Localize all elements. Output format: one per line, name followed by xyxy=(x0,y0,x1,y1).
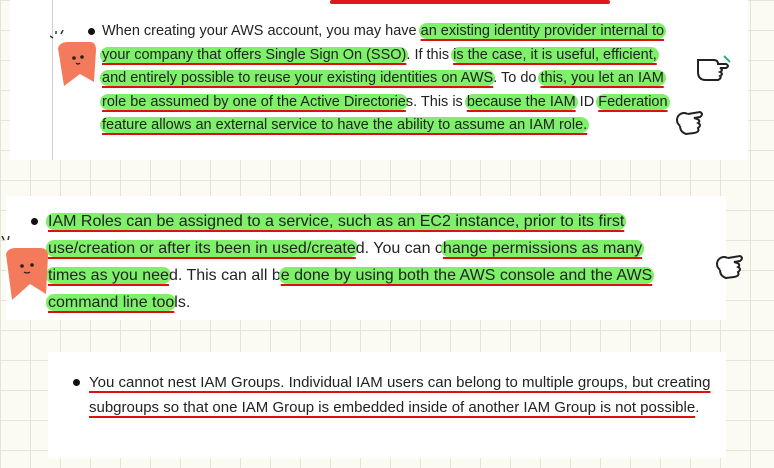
bullet-dot xyxy=(31,218,38,225)
bullet-dot xyxy=(73,379,80,386)
bullet-item-sso: When creating your AWS account, you may … xyxy=(88,20,682,138)
note-card-2: IAM Roles can be assigned to a service, … xyxy=(6,196,726,320)
plain-text: . xyxy=(695,399,700,416)
red-scribble-line xyxy=(330,0,610,4)
ok-hand-icon xyxy=(716,254,743,280)
bullet-item-iam-roles: IAM Roles can be assigned to a service, … xyxy=(31,208,680,316)
plain-text: d. This can all b xyxy=(168,267,281,284)
plain-text: s. This is xyxy=(405,93,467,110)
plain-text: . To do xyxy=(493,70,541,86)
underlined-text: You cannot nest IAM Groups. Individual I… xyxy=(89,374,711,416)
note-text-sso: When creating your AWS account, you may … xyxy=(100,23,670,133)
plain-text: d. You can c xyxy=(355,240,443,257)
plain-text: ls. xyxy=(174,294,191,311)
pointing-hand-icon xyxy=(697,55,731,81)
highlighted-text: because the IAM xyxy=(464,93,578,110)
orange-bookmark-mascot-icon xyxy=(1,236,48,300)
plain-text: . If this xyxy=(406,46,454,63)
bullet-item-iam-groups: You cannot nest IAM Groups. Individual I… xyxy=(73,370,711,420)
orange-bookmark-mascot-icon xyxy=(50,30,96,86)
note-card-3: You cannot nest IAM Groups. Individual I… xyxy=(48,352,726,458)
note-card-1: When creating your AWS account, you may … xyxy=(10,0,748,160)
plain-text: ID xyxy=(575,93,599,110)
ok-hand-icon xyxy=(676,110,703,136)
note-text-iam-groups: You cannot nest IAM Groups. Individual I… xyxy=(89,374,710,416)
plain-text: When creating your AWS account, you may … xyxy=(102,23,421,39)
note-text-iam-roles: IAM Roles can be assigned to a service, … xyxy=(46,213,655,311)
